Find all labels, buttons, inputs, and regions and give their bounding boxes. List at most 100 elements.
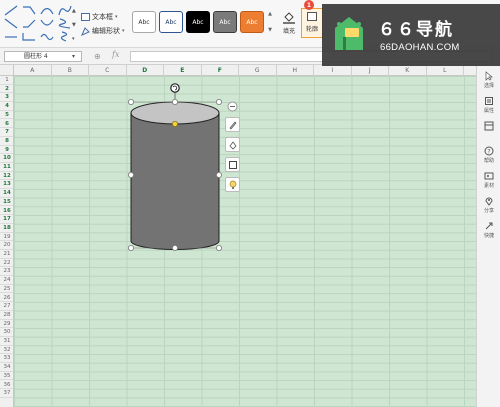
row-header-cell[interactable]: 22	[0, 259, 13, 268]
row-header-cell[interactable]: 10	[0, 154, 13, 163]
line-style-icon[interactable]	[58, 18, 72, 29]
frame-icon[interactable]	[225, 157, 240, 172]
line-style-icon[interactable]	[58, 5, 72, 16]
scroll-up-icon[interactable]: ▲	[268, 11, 272, 17]
task-pane-item[interactable]: 属性	[477, 96, 500, 114]
row-header-cell[interactable]: 2	[0, 85, 13, 94]
row-header-cell[interactable]: 4	[0, 102, 13, 111]
line-style-icon[interactable]	[4, 5, 18, 16]
fill-button[interactable]: 填充	[279, 10, 299, 35]
shape-style-button[interactable]: Abc	[132, 11, 156, 33]
row-header-cell[interactable]: 18	[0, 224, 13, 233]
row-header-cell[interactable]: 15	[0, 198, 13, 207]
edit-shape-button[interactable]: 编辑形状 ▾	[81, 26, 125, 36]
row-header-cell[interactable]: 24	[0, 276, 13, 285]
row-header-cell[interactable]: 34	[0, 363, 13, 372]
adjust-handle[interactable]	[172, 120, 179, 127]
cylinder-body[interactable]	[130, 112, 220, 250]
resize-handle[interactable]	[216, 172, 223, 179]
row-header-cell[interactable]: 35	[0, 372, 13, 381]
task-pane-item[interactable]	[477, 121, 500, 132]
resize-handle[interactable]	[216, 98, 223, 105]
text-box-button[interactable]: 文本框 ▾	[81, 12, 118, 22]
cell-grid[interactable]	[14, 76, 476, 407]
chevron-down-icon[interactable]: ▾	[72, 51, 75, 62]
row-header-cell[interactable]: 12	[0, 172, 13, 181]
line-style-icon[interactable]	[40, 31, 54, 42]
task-pane-item[interactable]: 素材	[477, 171, 500, 189]
row-header-cell[interactable]: 3	[0, 93, 13, 103]
line-style-gallery[interactable]	[2, 5, 74, 45]
line-style-icon[interactable]	[22, 31, 36, 42]
scroll-up-icon[interactable]: ▲	[72, 8, 77, 14]
column-header-cell[interactable]: H	[277, 65, 314, 76]
row-header-cell[interactable]: 27	[0, 302, 13, 311]
column-header-cell[interactable]: B	[52, 65, 89, 76]
rotate-handle-icon[interactable]	[170, 83, 180, 93]
row-header-cell[interactable]: 1	[0, 76, 13, 85]
column-header-cell[interactable]: F	[202, 65, 239, 76]
row-header-cell[interactable]: 32	[0, 346, 13, 355]
row-header-cell[interactable]: 7	[0, 128, 13, 137]
line-style-icon[interactable]	[22, 18, 36, 29]
line-style-icon[interactable]	[4, 31, 18, 42]
row-header-cell[interactable]: 8	[0, 137, 13, 146]
row-header-cell[interactable]: 16	[0, 207, 13, 216]
scroll-down-icon[interactable]: ▼	[72, 22, 77, 28]
row-header-cell[interactable]: 14	[0, 189, 13, 198]
row-header-cell[interactable]: 21	[0, 250, 13, 259]
task-pane-item[interactable]: 分享	[477, 196, 500, 214]
shape-fill-icon[interactable]	[225, 137, 240, 152]
style-gallery-scroll[interactable]: ▲ ▼	[267, 11, 273, 33]
row-header-cell[interactable]: 5	[0, 111, 13, 120]
shape-style-button[interactable]: Abc	[213, 11, 237, 33]
shape-style-button[interactable]: Abc	[240, 11, 264, 33]
column-header-cell[interactable]: I	[314, 65, 352, 76]
row-header-cell[interactable]: 23	[0, 267, 13, 277]
collapse-icon[interactable]	[225, 99, 240, 114]
row-header-cell[interactable]: 11	[0, 163, 13, 172]
resize-handle[interactable]	[128, 244, 134, 251]
column-header-cell[interactable]: G	[239, 65, 277, 76]
resize-handle[interactable]	[216, 244, 223, 251]
row-header-cell[interactable]: 9	[0, 146, 13, 155]
column-header-cell[interactable]: E	[164, 65, 202, 76]
column-header-cell[interactable]: J	[352, 65, 389, 76]
cylinder-top[interactable]	[130, 101, 220, 125]
resize-handle[interactable]	[172, 244, 179, 251]
column-header-cell[interactable]: A	[14, 65, 52, 76]
line-style-icon[interactable]	[40, 5, 54, 16]
resize-handle[interactable]	[128, 98, 134, 105]
row-header-cell[interactable]: 37	[0, 389, 13, 398]
row-header-cell[interactable]: 6	[0, 120, 13, 129]
shape-style-button[interactable]: Abc	[186, 11, 210, 33]
row-header-cell[interactable]: 36	[0, 381, 13, 390]
line-style-icon[interactable]	[4, 18, 18, 29]
row-header-cell[interactable]: 19	[0, 233, 13, 242]
shape-style-button[interactable]: Abc	[159, 11, 183, 33]
expand-gallery-icon[interactable]: ▾	[72, 36, 77, 42]
fx-icon[interactable]: fx	[112, 50, 119, 59]
task-pane-item[interactable]: ? 帮助	[477, 146, 500, 164]
zoom-icon[interactable]: ⊕	[94, 52, 101, 61]
row-header-cell[interactable]: 31	[0, 337, 13, 346]
line-gallery-scroll[interactable]: ▲ ▼ ▾	[72, 8, 77, 42]
row-header-cell[interactable]: 25	[0, 285, 13, 294]
select-all-corner[interactable]	[0, 65, 14, 76]
row-header-cell[interactable]: 28	[0, 311, 13, 320]
resize-handle[interactable]	[172, 98, 179, 105]
row-header-cell[interactable]: 30	[0, 328, 13, 337]
column-header-cell[interactable]: D	[127, 65, 164, 76]
column-header-cell[interactable]: K	[389, 65, 427, 76]
row-header-cell[interactable]: 13	[0, 180, 13, 190]
task-pane-item[interactable]: 快捷	[477, 221, 500, 239]
row-header-cell[interactable]: 33	[0, 354, 13, 364]
column-header-cell[interactable]: L	[427, 65, 464, 76]
scroll-down-icon[interactable]: ▼	[268, 27, 272, 33]
column-header-cell[interactable]: C	[89, 65, 127, 76]
bulb-icon[interactable]	[225, 177, 240, 192]
line-style-icon[interactable]	[22, 5, 36, 16]
outline-button[interactable]: 轮廓	[301, 8, 323, 38]
brush-icon[interactable]	[225, 117, 240, 132]
row-header-cell[interactable]: 20	[0, 241, 13, 250]
